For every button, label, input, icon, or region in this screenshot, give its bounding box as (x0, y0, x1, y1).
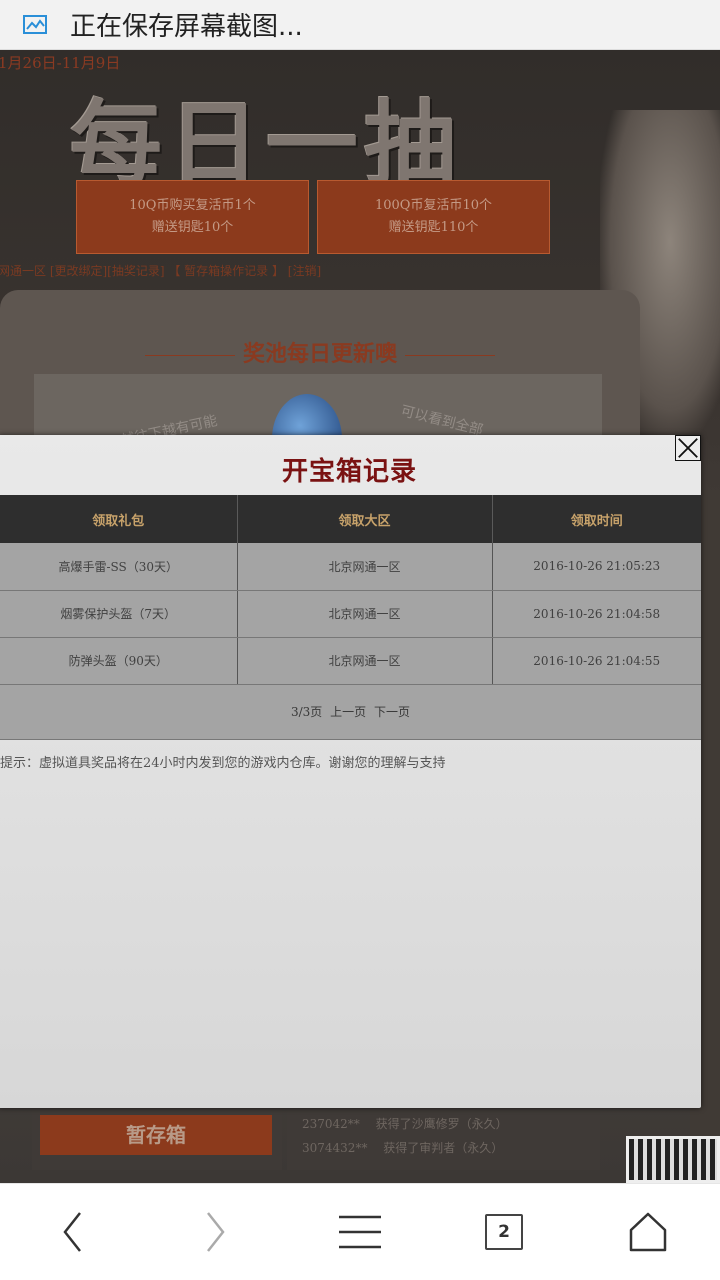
column-header: 领取大区 (237, 495, 493, 543)
screenshot-icon (23, 14, 47, 34)
prize-pool-title: 奖池每日更新噢 (0, 336, 640, 368)
chest-record-dialog: 开宝箱记录 领取礼包 领取大区 领取时间 高爆手雷-SS（30天） 北京网通一区… (0, 435, 701, 1108)
gift-cell: 防弹头盔（90天） (0, 637, 238, 685)
table-row: 高爆手雷-SS（30天） 北京网通一区 2016-10-26 21:05:23 (0, 543, 701, 591)
pagination: 3/3页 上一页 下一页 (0, 685, 701, 740)
region-cell: 北京网通一区 (237, 543, 493, 591)
browser-nav-bar: 2 (0, 1183, 720, 1280)
chevron-left-icon (63, 1212, 81, 1252)
region-cell: 北京网通一区 (237, 637, 493, 685)
menu-button[interactable] (320, 1192, 400, 1272)
table-row: 防弹头盔（90天） 北京网通一区 2016-10-26 21:04:55 (0, 637, 701, 685)
gift-cell: 烟雾保护头盔（7天） (0, 590, 238, 638)
time-cell: 2016-10-26 21:04:58 (492, 590, 701, 638)
back-button[interactable] (32, 1192, 112, 1272)
buy-100q-button[interactable]: 100Q币复活币10个 赠送钥匙110个 (317, 180, 550, 254)
column-header: 领取礼包 (0, 495, 238, 543)
menu-icon (339, 1215, 381, 1249)
chevron-right-icon (207, 1212, 225, 1252)
buy-button-line1: 100Q币复活币10个 (374, 198, 492, 213)
home-button[interactable] (608, 1192, 688, 1272)
buy-button-line1: 10Q币购买复活币1个 (129, 198, 256, 213)
page-indicator: 3/3页 (290, 705, 323, 719)
time-cell: 2016-10-26 21:04:55 (492, 637, 701, 685)
status-text: 正在保存屏幕截图... (70, 12, 303, 42)
home-icon (629, 1212, 667, 1252)
buy-10q-button[interactable]: 10Q币购买复活币1个 赠送钥匙10个 (76, 180, 309, 254)
winner-row: 3074432** 获得了审判者（永久） (302, 1141, 504, 1155)
dialog-title: 开宝箱记录 (281, 457, 417, 487)
column-header: 领取时间 (492, 495, 701, 543)
region-cell: 北京网通一区 (237, 590, 493, 638)
gift-cell: 高爆手雷-SS（30天） (0, 543, 238, 591)
qr-code-icon (626, 1136, 720, 1183)
table-row: 烟雾保护头盔（7天） 北京网通一区 2016-10-26 21:04:58 (0, 590, 701, 638)
forward-button[interactable] (176, 1192, 256, 1272)
winner-row: 237042** 获得了沙鹰修罗（永久） (302, 1117, 508, 1131)
time-cell: 2016-10-26 21:05:23 (492, 543, 701, 591)
buy-button-line2: 赠送钥匙10个 (151, 220, 234, 235)
table-header-row: 领取礼包 领取大区 领取时间 (0, 495, 701, 543)
next-page-link[interactable]: 下一页 (374, 705, 410, 719)
prev-page-link[interactable]: 上一页 (330, 705, 366, 719)
tabs-button[interactable]: 2 (464, 1192, 544, 1272)
tab-count-badge: 2 (485, 1214, 523, 1250)
record-table: 领取礼包 领取大区 领取时间 高爆手雷-SS（30天） 北京网通一区 2016-… (0, 495, 701, 685)
delivery-tip: 提示：虚拟道具奖品将在24小时内发到您的游戏内仓库。谢谢您的理解与支持 (0, 756, 446, 771)
status-bar: 正在保存屏幕截图... (0, 0, 720, 50)
storage-button[interactable]: 暂存箱 (40, 1115, 272, 1155)
account-links[interactable]: 网通一区 [更改绑定][抽奖记录] 【 暂存箱操作记录 】 [注销] (0, 262, 321, 279)
buy-button-line2: 赠送钥匙110个 (388, 220, 479, 235)
